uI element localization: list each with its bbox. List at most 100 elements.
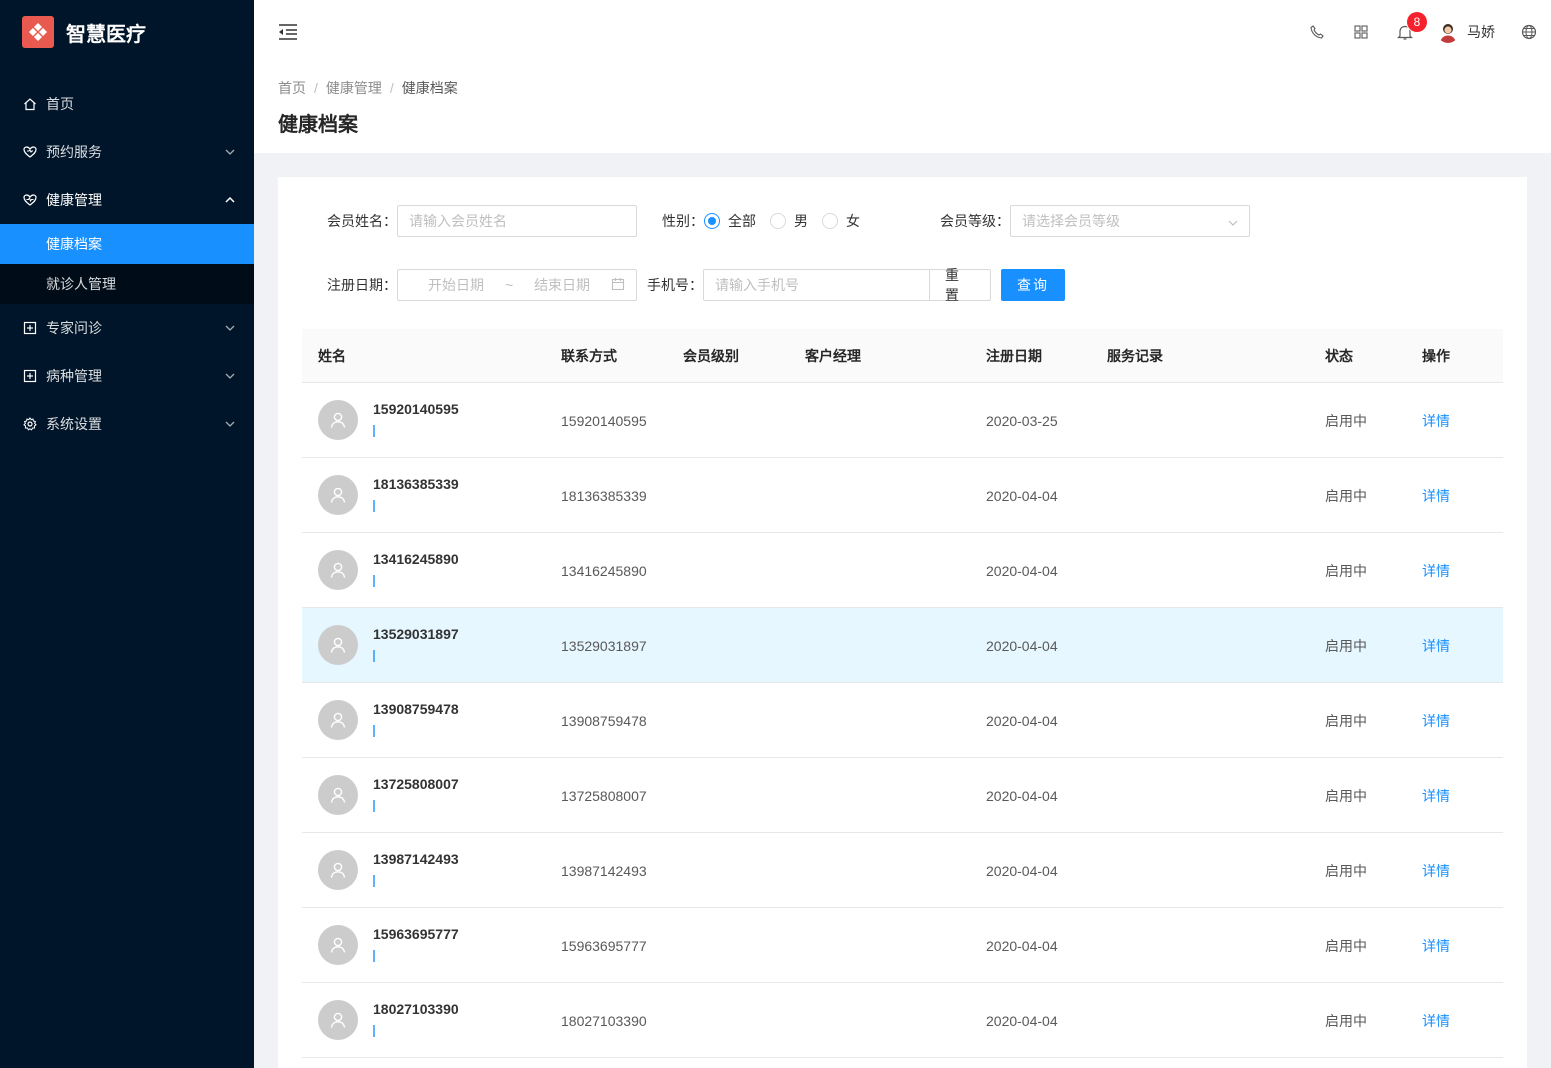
member-name: 13987142493 xyxy=(373,851,459,867)
user-name: 马娇 xyxy=(1467,24,1495,40)
sidebar-item-label: 首页 xyxy=(46,96,74,112)
chevron-down-icon xyxy=(224,370,236,382)
table-row[interactable]: 13908759478 13908759478 2020-04-04 启用中 详… xyxy=(302,683,1503,758)
member-name: 15963695777 xyxy=(373,926,459,942)
status-cell: 启用中 xyxy=(1325,787,1367,804)
table-header: 姓名 联系方式 会员级别 客户经理 注册日期 服务记录 状态 操作 xyxy=(302,329,1503,383)
member-name-input[interactable]: 请输入会员姓名 xyxy=(397,205,637,237)
breadcrumb-item-home[interactable]: 首页 xyxy=(278,78,306,98)
name-underline-marker xyxy=(373,1025,375,1037)
column-header-status: 状态 xyxy=(1325,348,1353,364)
header-actions: 8 马娇 xyxy=(1295,0,1551,64)
date-start-placeholder: 开始日期 xyxy=(428,277,484,293)
user-avatar-icon xyxy=(318,775,358,815)
contact-cell: 18136385339 xyxy=(561,487,647,504)
radio-label: 全部 xyxy=(728,213,756,229)
column-header-contact: 联系方式 xyxy=(561,348,617,364)
user-avatar-icon xyxy=(318,700,358,740)
detail-link[interactable]: 详情 xyxy=(1422,683,1450,758)
sidebar-item-appointment[interactable]: 预约服务 xyxy=(0,128,254,176)
sidebar-item-health[interactable]: 健康管理 xyxy=(0,176,254,224)
filter-gender: 性别： 全部 男 女 xyxy=(662,205,874,237)
table-row[interactable]: 18136385339 18136385339 2020-04-04 启用中 详… xyxy=(302,458,1503,533)
member-level-select[interactable]: 请选择会员等级 xyxy=(1010,205,1250,237)
detail-link[interactable]: 详情 xyxy=(1422,983,1450,1058)
user-avatar-icon xyxy=(318,1000,358,1040)
contact-cell: 18027103390 xyxy=(561,1012,647,1029)
gender-radio-male[interactable]: 男 xyxy=(770,211,808,231)
sidebar-item-disease-management[interactable]: 病种管理 xyxy=(0,352,254,400)
contact-cell: 13987142493 xyxy=(561,862,647,879)
sidebar-item-patient-management[interactable]: 就诊人管理 xyxy=(0,264,254,304)
table-row[interactable]: 13725808007 13725808007 2020-04-04 启用中 详… xyxy=(302,758,1503,833)
sidebar-item-expert-consultation[interactable]: 专家问诊 xyxy=(0,304,254,352)
phone-icon[interactable] xyxy=(1295,0,1339,64)
breadcrumb-item-health[interactable]: 健康管理 xyxy=(326,78,382,98)
register-date-range-picker[interactable]: 开始日期 ~ 结束日期 xyxy=(397,269,637,301)
apps-grid-icon[interactable] xyxy=(1339,0,1383,64)
calendar-icon xyxy=(611,277,625,294)
member-name-cell: 13987142493 xyxy=(373,851,459,887)
detail-link[interactable]: 详情 xyxy=(1422,383,1450,458)
detail-link[interactable]: 详情 xyxy=(1422,533,1450,608)
member-name: 18136385339 xyxy=(373,476,459,492)
member-name-cell: 13416245890 xyxy=(373,551,459,587)
brand[interactable]: 智慧医疗 xyxy=(0,0,254,64)
status-cell: 启用中 xyxy=(1325,1012,1367,1029)
brand-title: 智慧医疗 xyxy=(66,23,146,46)
detail-link[interactable]: 详情 xyxy=(1422,908,1450,983)
sidebar-item-label: 系统设置 xyxy=(46,416,102,432)
table-row[interactable]: 15920140595 15920140595 2020-03-25 启用中 详… xyxy=(302,383,1503,458)
table-row[interactable]: 13416245890 13416245890 2020-04-04 启用中 详… xyxy=(302,533,1503,608)
table-row[interactable]: 13987142493 13987142493 2020-04-04 启用中 详… xyxy=(302,833,1503,908)
reset-button[interactable]: 重置 xyxy=(929,267,991,303)
gender-radio-all[interactable]: 全部 xyxy=(704,211,756,231)
contact-cell: 13529031897 xyxy=(561,637,647,654)
logo-icon xyxy=(22,16,54,48)
name-underline-marker xyxy=(373,425,375,437)
bell-icon[interactable]: 8 xyxy=(1383,0,1427,64)
heart-pulse-icon xyxy=(22,192,38,208)
sidebar-item-home[interactable]: 首页 xyxy=(0,80,254,128)
notification-badge: 8 xyxy=(1407,12,1427,32)
detail-link[interactable]: 详情 xyxy=(1422,458,1450,533)
register-date-cell: 2020-04-04 xyxy=(986,637,1058,654)
sidebar-item-health-records[interactable]: 健康档案 xyxy=(0,224,254,264)
member-name-cell: 18136385339 xyxy=(373,476,459,512)
radio-dot xyxy=(822,213,838,229)
menu-fold-icon[interactable] xyxy=(278,22,298,42)
column-header-service-record: 服务记录 xyxy=(1107,348,1163,364)
user-menu[interactable]: 马娇 xyxy=(1427,0,1507,64)
detail-link[interactable]: 详情 xyxy=(1422,758,1450,833)
name-underline-marker xyxy=(373,875,375,887)
breadcrumb-separator: / xyxy=(389,80,394,96)
user-avatar-icon xyxy=(318,400,358,440)
gender-radio-female[interactable]: 女 xyxy=(822,211,860,231)
sidebar-item-label: 病种管理 xyxy=(46,368,102,384)
table-body: 15920140595 15920140595 2020-03-25 启用中 详… xyxy=(302,383,1503,1058)
table-row[interactable]: 15963695777 15963695777 2020-04-04 启用中 详… xyxy=(302,908,1503,983)
globe-icon[interactable] xyxy=(1507,0,1551,64)
user-avatar-icon xyxy=(318,550,358,590)
sidebar-item-system-settings[interactable]: 系统设置 xyxy=(0,400,254,448)
detail-link[interactable]: 详情 xyxy=(1422,833,1450,908)
detail-link[interactable]: 详情 xyxy=(1422,608,1450,683)
query-button[interactable]: 查询 xyxy=(1001,269,1065,301)
member-name-cell: 15920140595 xyxy=(373,401,459,437)
health-submenu: 健康档案 就诊人管理 xyxy=(0,224,254,304)
chevron-down-icon xyxy=(1228,213,1238,229)
column-header-level: 会员级别 xyxy=(683,348,739,364)
table-row[interactable]: 18027103390 18027103390 2020-04-04 启用中 详… xyxy=(302,983,1503,1058)
table-row[interactable]: 13529031897 13529031897 2020-04-04 启用中 详… xyxy=(302,608,1503,683)
name-underline-marker xyxy=(373,500,375,512)
status-cell: 启用中 xyxy=(1325,937,1367,954)
member-table: 姓名 联系方式 会员级别 客户经理 注册日期 服务记录 状态 操作 159201… xyxy=(302,329,1503,1058)
phone-input[interactable]: 请输入手机号 xyxy=(703,269,929,301)
name-underline-marker xyxy=(373,725,375,737)
register-date-cell: 2020-04-04 xyxy=(986,937,1058,954)
page-header: 首页 / 健康管理 / 健康档案 健康档案 xyxy=(254,64,1551,153)
status-cell: 启用中 xyxy=(1325,562,1367,579)
member-name-label: 会员姓名： xyxy=(327,213,397,229)
contact-cell: 15963695777 xyxy=(561,937,647,954)
medical-plus-icon xyxy=(22,320,38,336)
